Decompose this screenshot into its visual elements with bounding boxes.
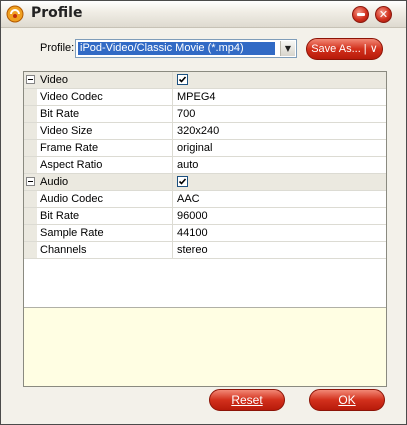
collapse-icon[interactable] (26, 75, 35, 84)
audio-enabled-checkbox[interactable] (177, 176, 188, 187)
property-row[interactable]: Frame Rate original (24, 140, 386, 157)
property-key: Video Size (40, 125, 93, 137)
property-key: Frame Rate (40, 142, 99, 154)
property-grid: Video Video Codec MPEG4 Bit Rate 700 Vid… (23, 71, 387, 387)
property-row[interactable]: Sample Rate 44100 (24, 225, 386, 242)
column-divider (172, 174, 173, 190)
column-divider (172, 225, 173, 241)
profile-label: Profile: (40, 42, 75, 54)
column-divider (172, 191, 173, 207)
property-row[interactable]: Bit Rate 96000 (24, 208, 386, 225)
row-gutter (24, 208, 37, 224)
dropdown-arrow-icon[interactable]: ▼ (280, 41, 295, 56)
property-row[interactable]: Channels stereo (24, 242, 386, 259)
profile-select[interactable]: iPod-Video/Classic Movie (*.mp4) ▼ (75, 39, 297, 58)
row-gutter (24, 242, 37, 258)
section-label: Video (40, 74, 68, 86)
minimize-icon (356, 13, 365, 16)
property-row[interactable]: Aspect Ratio auto (24, 157, 386, 174)
app-logo-icon (6, 5, 24, 23)
column-divider (172, 140, 173, 156)
audio-section-header[interactable]: Audio (24, 174, 386, 191)
row-gutter (24, 106, 37, 122)
section-label: Audio (40, 176, 69, 188)
checkmark-icon (178, 178, 187, 185)
property-row[interactable]: Video Size 320x240 (24, 123, 386, 140)
row-gutter (24, 89, 37, 105)
property-key: Channels (40, 244, 87, 256)
property-key: Bit Rate (40, 108, 80, 120)
column-divider (172, 89, 173, 105)
profile-selected-value: iPod-Video/Classic Movie (*.mp4) (77, 41, 276, 56)
ok-button[interactable]: OK (309, 389, 385, 411)
column-divider (172, 123, 173, 139)
property-value[interactable]: 44100 (177, 227, 208, 239)
property-value[interactable]: stereo (177, 244, 208, 256)
property-value[interactable]: original (177, 142, 212, 154)
save-as-button[interactable]: Save As... | ∨ (306, 38, 383, 60)
row-gutter (24, 225, 37, 241)
column-divider (172, 106, 173, 122)
row-gutter (24, 157, 37, 173)
row-gutter (24, 140, 37, 156)
column-divider (172, 242, 173, 258)
minimize-button[interactable] (352, 6, 369, 23)
video-enabled-checkbox[interactable] (177, 74, 188, 85)
close-button[interactable]: ✕ (375, 6, 392, 23)
property-row[interactable]: Bit Rate 700 (24, 106, 386, 123)
window-title: Profile (31, 5, 83, 21)
property-row[interactable]: Video Codec MPEG4 (24, 89, 386, 106)
collapse-icon[interactable] (26, 177, 35, 186)
row-gutter (24, 191, 37, 207)
property-value[interactable]: 320x240 (177, 125, 219, 137)
column-divider (172, 72, 173, 88)
property-key: Audio Codec (40, 193, 103, 205)
property-key: Sample Rate (40, 227, 104, 239)
grid-empty-area (24, 259, 386, 307)
property-value[interactable]: 700 (177, 108, 195, 120)
property-row[interactable]: Audio Codec AAC (24, 191, 386, 208)
property-key: Aspect Ratio (40, 159, 103, 171)
checkmark-icon (178, 76, 187, 83)
row-gutter (24, 123, 37, 139)
property-value[interactable]: AAC (177, 193, 200, 205)
property-value[interactable]: auto (177, 159, 198, 171)
property-key: Bit Rate (40, 210, 80, 222)
reset-button[interactable]: Reset (209, 389, 285, 411)
profile-window: Profile ✕ Profile: iPod-Video/Classic Mo… (0, 0, 407, 425)
column-divider (172, 157, 173, 173)
title-bar[interactable]: Profile ✕ (1, 1, 406, 28)
property-value[interactable]: 96000 (177, 210, 208, 222)
column-divider (172, 208, 173, 224)
close-icon: ✕ (378, 8, 389, 21)
property-value[interactable]: MPEG4 (177, 91, 216, 103)
property-key: Video Codec (40, 91, 103, 103)
property-description-panel (24, 307, 386, 386)
video-section-header[interactable]: Video (24, 72, 386, 89)
